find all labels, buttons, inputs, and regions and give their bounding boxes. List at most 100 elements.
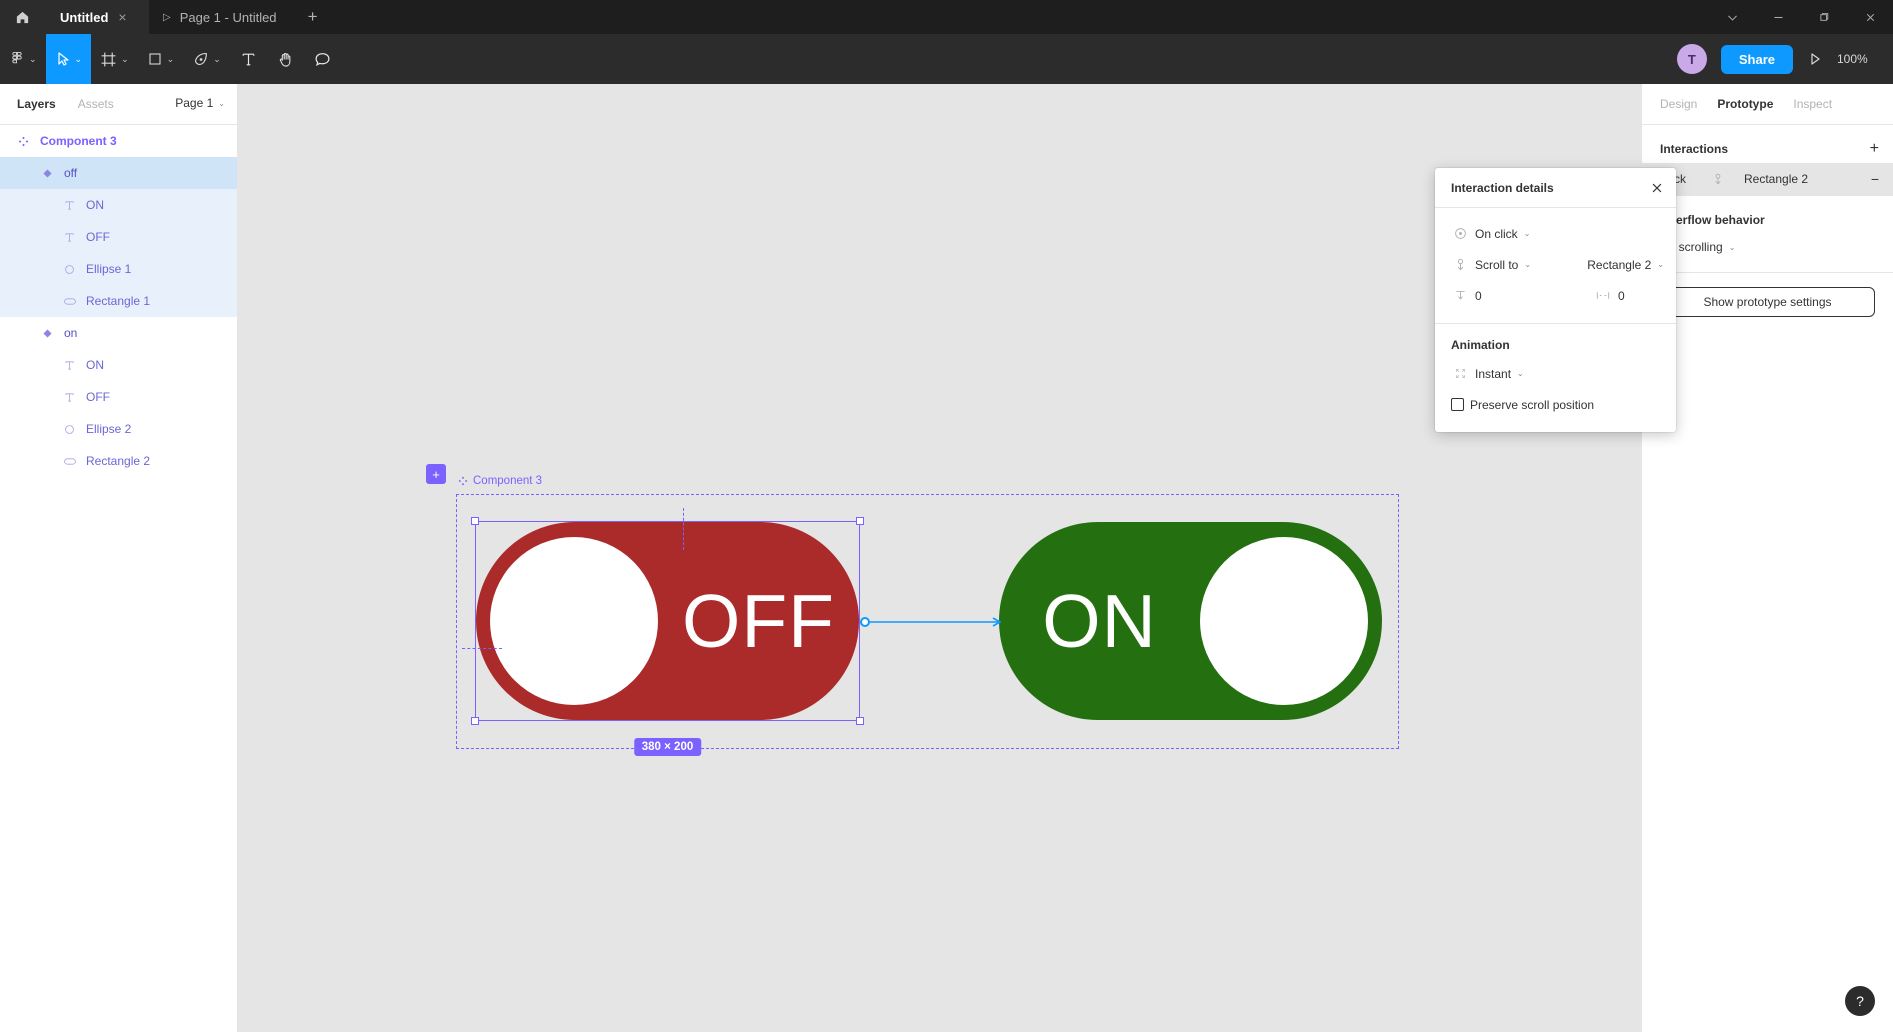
layer-row[interactable]: Rectangle 2 — [0, 445, 237, 477]
interactions-section: Interactions + Click Rectangle 2 − — [1642, 125, 1893, 196]
layer-row[interactable]: OFF — [0, 381, 237, 413]
prototype-connector[interactable] — [860, 616, 1006, 628]
variant-icon — [40, 328, 55, 338]
layer-row[interactable]: Component 3 — [0, 125, 237, 157]
frame-tool-button[interactable]: ⌄ — [91, 34, 138, 84]
figma-menu-button[interactable]: ⌄ — [0, 34, 46, 84]
left-panel-tabs: Layers Assets Page 1 ⌄ — [0, 84, 237, 125]
page-selector-label: Page 1 — [175, 96, 214, 110]
text-tool-button[interactable] — [230, 34, 267, 84]
component-icon — [458, 476, 468, 486]
animation-row[interactable]: Instant ⌄ — [1435, 358, 1676, 389]
toggle-on[interactable]: ON — [999, 522, 1382, 720]
layer-row[interactable]: Ellipse 1 — [0, 253, 237, 285]
new-tab-button[interactable]: + — [295, 0, 331, 34]
move-tool-button[interactable]: ⌄ — [45, 34, 92, 84]
toggle-on-label: ON — [1042, 579, 1157, 663]
chevron-down-icon[interactable]: ⌄ — [167, 54, 175, 65]
frame-label[interactable]: Component 3 — [458, 475, 542, 487]
tab-design[interactable]: Design — [1660, 97, 1697, 111]
trigger-row[interactable]: On click ⌄ — [1435, 218, 1676, 249]
toggle-off[interactable]: OFF — [476, 522, 859, 720]
present-button[interactable] — [1807, 51, 1823, 67]
layer-row[interactable]: OFF — [0, 221, 237, 253]
text-tool-icon — [240, 51, 257, 68]
close-icon[interactable]: × — [118, 9, 126, 25]
help-button[interactable]: ? — [1845, 986, 1875, 1016]
layer-row[interactable]: on — [0, 317, 237, 349]
overflow-section: Overflow behavior No scrolling ⌄ — [1642, 196, 1893, 273]
chevron-down-icon[interactable]: ⌄ — [1657, 260, 1664, 269]
chevron-down-icon[interactable]: ⌄ — [1517, 369, 1524, 378]
layer-row[interactable]: Rectangle 1 — [0, 285, 237, 317]
share-button[interactable]: Share — [1720, 44, 1793, 74]
figma-menu-icon — [9, 51, 25, 67]
home-button[interactable] — [0, 0, 44, 34]
remove-interaction-button[interactable]: − — [1871, 171, 1879, 187]
add-variant-button[interactable]: + — [426, 464, 446, 484]
frame-label-text: Component 3 — [473, 475, 543, 487]
chevron-down-icon[interactable]: ⌄ — [29, 54, 37, 65]
rectangle-tool-icon — [147, 51, 163, 67]
page-tab[interactable]: ▷ Page 1 - Untitled — [149, 0, 295, 34]
overflow-value-row[interactable]: No scrolling ⌄ — [1642, 234, 1893, 260]
comment-tool-button[interactable] — [304, 34, 341, 84]
zoom-level[interactable]: 100% — [1837, 52, 1877, 66]
popup-title: Interaction details — [1451, 180, 1554, 195]
vertical-offset-value[interactable]: 0 — [1475, 289, 1482, 303]
tab-inspect[interactable]: Inspect — [1793, 97, 1832, 111]
layer-row[interactable]: ON — [0, 189, 237, 221]
tab-assets[interactable]: Assets — [78, 97, 114, 111]
chevron-down-icon[interactable]: ⌄ — [1524, 229, 1531, 238]
right-panel: Design Prototype Inspect Interactions + … — [1641, 84, 1893, 1032]
layer-label: ON — [86, 358, 104, 372]
toggle-off-knob — [490, 537, 658, 705]
interaction-details-popup: Interaction details On click ⌄ Scroll to… — [1435, 168, 1676, 432]
layer-label: Rectangle 1 — [86, 294, 151, 308]
preserve-scroll-checkbox[interactable] — [1451, 398, 1464, 411]
chevron-down-icon[interactable] — [1709, 0, 1755, 34]
hand-tool-icon — [277, 51, 294, 68]
maximize-icon[interactable] — [1801, 0, 1847, 34]
pen-tool-button[interactable]: ⌄ — [183, 34, 230, 84]
rectangle-icon — [62, 457, 77, 466]
home-icon — [15, 10, 30, 25]
show-prototype-settings-button[interactable]: Show prototype settings — [1660, 287, 1875, 317]
add-interaction-button[interactable]: + — [1870, 140, 1879, 158]
close-icon[interactable] — [1650, 181, 1664, 195]
layer-row[interactable]: Ellipse 2 — [0, 413, 237, 445]
layer-label: Component 3 — [40, 134, 117, 148]
interactions-header: Interactions + — [1642, 135, 1893, 163]
ellipse-icon — [62, 264, 77, 275]
preserve-scroll-row[interactable]: Preserve scroll position — [1435, 389, 1676, 420]
animation-icon — [1451, 367, 1469, 380]
text-icon — [62, 200, 77, 211]
avatar[interactable]: T — [1676, 44, 1707, 74]
close-window-icon[interactable] — [1847, 0, 1893, 34]
shape-tool-button[interactable]: ⌄ — [138, 34, 184, 84]
chevron-down-icon[interactable]: ⌄ — [213, 54, 221, 65]
hand-tool-button[interactable] — [267, 34, 304, 84]
scroll-to-icon — [1451, 258, 1469, 272]
interaction-row[interactable]: Click Rectangle 2 − — [1642, 163, 1893, 195]
layer-label: Rectangle 2 — [86, 454, 151, 468]
layer-label: on — [64, 326, 78, 340]
action-row[interactable]: Scroll to ⌄ Rectangle 2 ⌄ — [1435, 249, 1676, 280]
tab-prototype[interactable]: Prototype — [1717, 97, 1773, 111]
layer-row[interactable]: off — [0, 157, 237, 189]
chevron-down-icon[interactable]: ⌄ — [1524, 260, 1531, 269]
horizontal-offset-value[interactable]: 0 — [1618, 289, 1664, 303]
offset-row: 0 0 — [1435, 280, 1676, 311]
vertical-offset-icon — [1451, 289, 1469, 302]
minimize-icon[interactable] — [1755, 0, 1801, 34]
file-tab-untitled[interactable]: Untitled × — [44, 0, 149, 34]
layer-row[interactable]: ON — [0, 349, 237, 381]
chevron-down-icon[interactable]: ⌄ — [121, 54, 129, 65]
chevron-down-icon[interactable]: ⌄ — [75, 54, 83, 65]
toolbar-right-group: T Share 100% — [1676, 44, 1893, 74]
main-toolbar: ⌄ ⌄ ⌄ ⌄ ⌄ T Share 100% — [0, 34, 1893, 84]
frame-tool-icon — [100, 51, 117, 68]
page-selector[interactable]: Page 1 ⌄ — [175, 96, 225, 110]
tab-layers[interactable]: Layers — [17, 97, 56, 111]
trigger-label: On click — [1475, 226, 1518, 241]
